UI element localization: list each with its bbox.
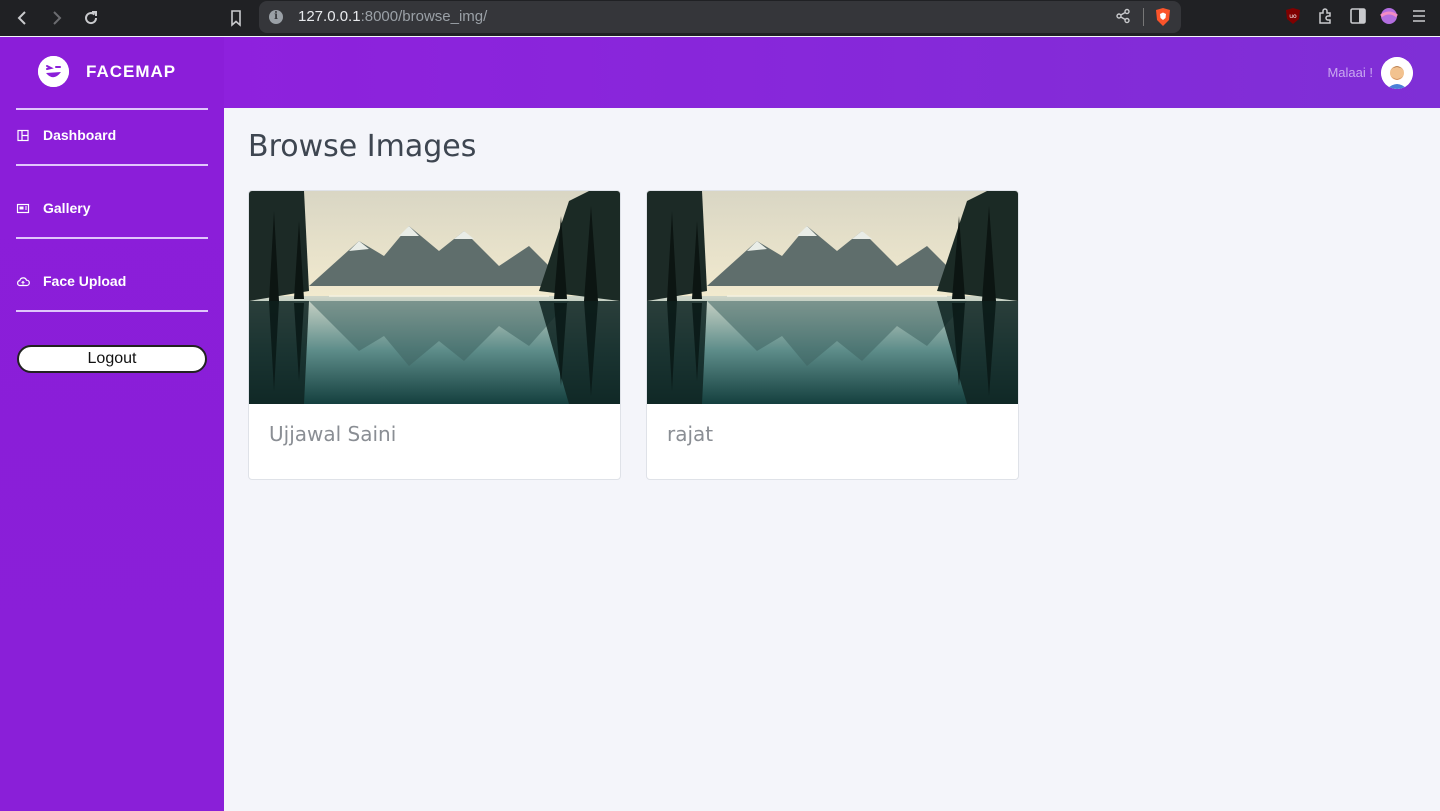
site-info-icon[interactable]: i — [269, 10, 283, 24]
forward-icon[interactable] — [44, 6, 68, 30]
dashboard-icon — [16, 128, 30, 142]
share-icon[interactable] — [1115, 8, 1131, 28]
reload-icon[interactable] — [79, 6, 103, 30]
url-separator — [1143, 8, 1144, 26]
menu-icon[interactable] — [1410, 7, 1428, 29]
sidebar-divider — [16, 164, 208, 166]
sidebar-divider — [16, 310, 208, 312]
gallery-icon — [16, 201, 30, 215]
ublock-icon[interactable]: uo — [1284, 7, 1302, 29]
back-icon[interactable] — [11, 6, 35, 30]
sidebar-item-face-upload[interactable]: Face Upload — [16, 262, 208, 302]
landscape-image[interactable] — [647, 191, 1018, 404]
profile-icon[interactable] — [1380, 7, 1398, 29]
sidebar-item-dashboard[interactable]: Dashboard — [16, 116, 208, 156]
logout-button[interactable]: Logout — [17, 345, 207, 373]
card-title: Ujjawal Saini — [269, 422, 397, 446]
sidebar-divider — [16, 237, 208, 239]
card-title: rajat — [667, 422, 714, 446]
cloud-upload-icon — [16, 274, 30, 288]
user-name: Malaai ! — [1327, 65, 1373, 80]
avatar[interactable] — [1381, 57, 1413, 89]
top-header: Malaai ! — [224, 37, 1440, 108]
sidebar-divider — [16, 108, 208, 110]
bookmark-icon[interactable] — [224, 6, 248, 30]
sidebar: FACEMAP Dashboard Gallery Face Upload Lo… — [0, 37, 224, 811]
sidebar-toggle-icon[interactable] — [1349, 7, 1367, 29]
page-title: Browse Images — [248, 129, 477, 164]
brave-shield-icon[interactable] — [1154, 7, 1172, 31]
brand-name[interactable]: FACEMAP — [86, 62, 176, 82]
sidebar-item-label: Gallery — [43, 200, 91, 216]
browser-toolbar: i 127.0.0.1:8000/browse_img/ uo — [0, 0, 1440, 36]
landscape-image[interactable] — [249, 191, 620, 404]
sidebar-item-gallery[interactable]: Gallery — [16, 189, 208, 229]
url-text[interactable]: 127.0.0.1:8000/browse_img/ — [298, 8, 487, 25]
extensions-icon[interactable] — [1316, 7, 1334, 29]
sidebar-item-label: Dashboard — [43, 127, 117, 143]
address-bar[interactable]: i 127.0.0.1:8000/browse_img/ — [259, 1, 1181, 33]
image-card[interactable]: rajat — [646, 190, 1019, 480]
brand-logo-icon[interactable] — [38, 56, 69, 87]
image-card[interactable]: Ujjawal Saini — [248, 190, 621, 480]
svg-text:uo: uo — [1289, 13, 1297, 20]
sidebar-item-label: Face Upload — [43, 273, 127, 289]
